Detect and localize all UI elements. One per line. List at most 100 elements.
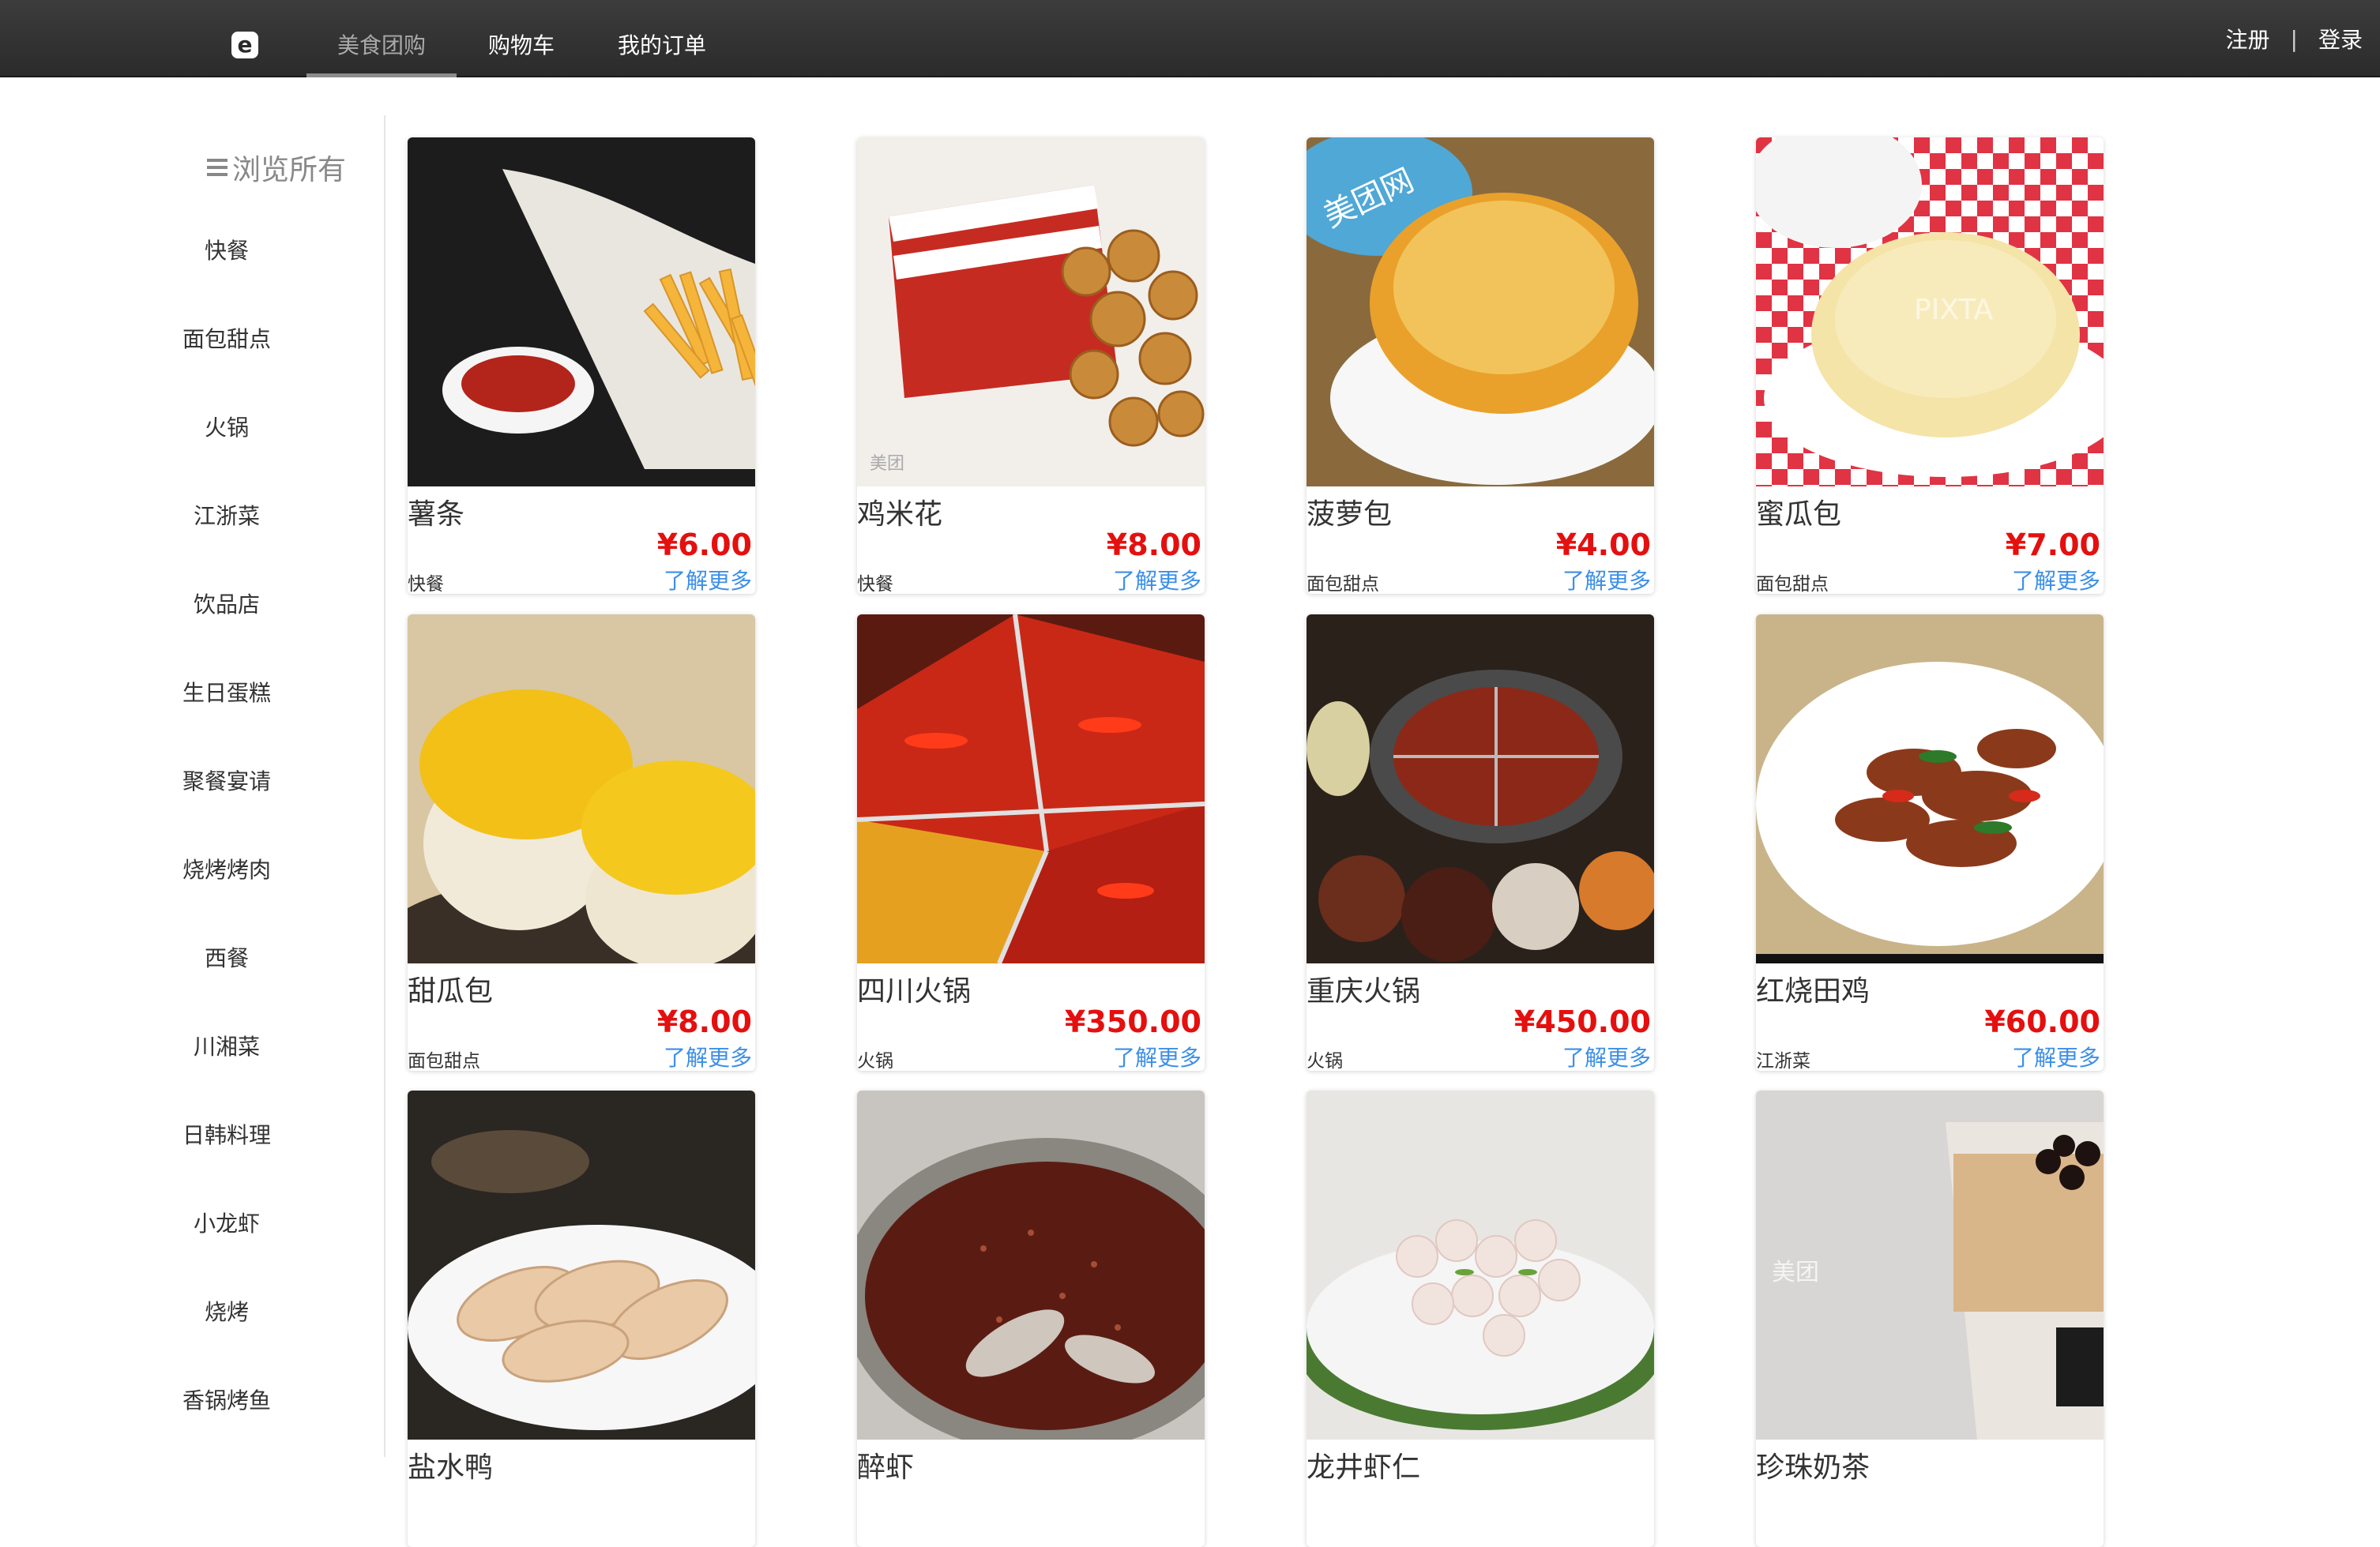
product-category: 面包甜点 [1756,574,1829,594]
chongqing-hotpot-image[interactable] [1307,614,1654,963]
sidebar-item-western[interactable]: 西餐 [0,941,453,973]
popcorn-chicken-photo-illustration: 美团 [857,137,1205,486]
product-category: 江浙菜 [1756,1051,1810,1071]
product-name[interactable]: 菠萝包 [1307,491,1392,532]
tab-my-orders[interactable]: 我的订单 [608,0,716,77]
pineapple-bun-photo-illustration: 美团网 [1307,137,1654,486]
pineapple-bun-image[interactable]: 美团网 [1307,137,1654,486]
sichuan-hotpot-image[interactable] [857,614,1205,963]
product-name[interactable]: 薯条 [408,491,464,532]
melon-bun-photo-illustration: PIXTA [1756,137,2104,486]
sidebar-item-sichuan-hunan[interactable]: 川湘菜 [0,1030,453,1061]
sidebar-item-fast-food[interactable]: 快餐 [0,234,453,265]
list-menu-icon [207,159,227,176]
product-card[interactable]: 美团 鸡米花 ¥8.00 快餐 了解更多 [857,137,1205,594]
braised-frog-image[interactable] [1756,614,2104,963]
top-navbar: e 美食团购 购物车 我的订单 注册 | 登录 [0,0,2380,77]
product-category: 快餐 [857,574,893,594]
learn-more-link[interactable]: 了解更多 [664,564,752,594]
category-sidebar: 浏览所有 快餐 面包甜点 火锅 江浙菜 饮品店 生日蛋糕 聚餐宴请 烧烤烤肉 西… [0,115,385,1457]
learn-more-link[interactable]: 了解更多 [1113,564,1201,594]
fries-photo-illustration [408,137,755,486]
product-price: ¥7.00 [2005,528,2100,562]
product-card[interactable]: PIXTA 蜜瓜包 ¥7.00 面包甜点 了解更多 [1756,137,2104,594]
sidebar-item-bbq-meat[interactable]: 烧烤烤肉 [0,853,453,884]
product-price: ¥350.00 [1064,1004,1201,1039]
product-name[interactable]: 红烧田鸡 [1756,968,1870,1009]
product-name[interactable]: 龙井虾仁 [1307,1444,1420,1485]
brand-logo-glyph: e [237,32,253,58]
product-name[interactable]: 四川火锅 [857,968,971,1009]
sidebar-item-zhejiang[interactable]: 江浙菜 [0,499,453,531]
login-link[interactable]: 登录 [2318,23,2363,54]
sidebar-item-hotpot[interactable]: 火锅 [0,411,453,442]
product-card[interactable]: 红烧田鸡 ¥60.00 江浙菜 了解更多 [1756,614,2104,1071]
learn-more-link[interactable]: 了解更多 [1113,1041,1201,1071]
product-category: 快餐 [408,574,444,594]
product-price: ¥8.00 [656,1004,752,1039]
svg-text:PIXTA: PIXTA [1914,294,1994,326]
braised-frog-photo-illustration [1756,614,2104,963]
product-card[interactable]: 美团网 菠萝包 ¥4.00 面包甜点 了解更多 [1307,137,1654,594]
product-name[interactable]: 甜瓜包 [408,968,493,1009]
product-price: ¥6.00 [656,528,752,562]
product-name[interactable]: 醉虾 [857,1444,914,1485]
product-name[interactable]: 重庆火锅 [1307,968,1420,1009]
sidebar-item-drinks[interactable]: 饮品店 [0,588,453,619]
sidebar-item-japanese-korean[interactable]: 日韩料理 [0,1118,453,1150]
sidebar-item-barbecue[interactable]: 烧烤 [0,1295,453,1327]
sidebar-item-crayfish[interactable]: 小龙虾 [0,1207,453,1238]
auth-separator: | [2290,25,2298,52]
drunken-shrimp-image[interactable] [857,1091,1205,1440]
learn-more-link[interactable]: 了解更多 [1562,564,1651,594]
svg-text:美团: 美团 [1772,1259,1819,1286]
learn-more-link[interactable]: 了解更多 [1562,1041,1651,1071]
product-card[interactable]: 四川火锅 ¥350.00 火锅 了解更多 [857,614,1205,1071]
fries-image[interactable] [408,137,755,486]
svg-text:美团: 美团 [870,454,904,474]
sidebar-item-birthday-cake[interactable]: 生日蛋糕 [0,676,453,708]
product-price: ¥450.00 [1513,1004,1651,1039]
sidebar-item-bakery[interactable]: 面包甜点 [0,322,453,354]
product-card[interactable]: 重庆火锅 ¥450.00 火锅 了解更多 [1307,614,1654,1071]
product-card[interactable]: 龙井虾仁 [1307,1091,1654,1547]
popcorn-chicken-image[interactable]: 美团 [857,137,1205,486]
tab-shopping-cart[interactable]: 购物车 [474,0,569,77]
product-name[interactable]: 蜜瓜包 [1756,491,1841,532]
sidebar-item-banquet[interactable]: 聚餐宴请 [0,764,453,796]
product-name[interactable]: 珍珠奶茶 [1756,1444,1870,1485]
learn-more-link[interactable]: 了解更多 [664,1041,752,1071]
product-card[interactable]: 薯条 ¥6.00 快餐 了解更多 [408,137,755,594]
sweet-melon-bun-image[interactable] [408,614,755,963]
salted-duck-image[interactable] [408,1091,755,1440]
product-price: ¥8.00 [1106,528,1201,562]
brand-logo-icon[interactable]: e [231,32,258,58]
product-card[interactable]: 美团 珍珠奶茶 [1756,1091,2104,1547]
product-card[interactable]: 盐水鸭 [408,1091,755,1547]
product-name[interactable]: 盐水鸭 [408,1444,493,1485]
longjing-shrimp-image[interactable] [1307,1091,1654,1440]
browse-all-heading[interactable]: 浏览所有 [207,147,346,188]
register-link[interactable]: 注册 [2226,23,2270,54]
product-card[interactable]: 醉虾 [857,1091,1205,1547]
drunken-shrimp-photo-illustration [857,1091,1205,1440]
tab-food-groupbuy[interactable]: 美食团购 [306,0,457,77]
learn-more-link[interactable]: 了解更多 [2012,1041,2100,1071]
product-category: 面包甜点 [408,1051,480,1071]
sidebar-item-grilled-fish[interactable]: 香锅烤鱼 [0,1384,453,1415]
chongqing-hotpot-photo-illustration [1307,614,1654,963]
salted-duck-photo-illustration [408,1091,755,1440]
product-name[interactable]: 鸡米花 [857,491,942,532]
longjing-shrimp-photo-illustration [1307,1091,1654,1440]
product-price: ¥60.00 [1984,1004,2100,1039]
auth-links: 注册 | 登录 [2226,0,2363,77]
product-category: 火锅 [857,1051,893,1071]
sichuan-hotpot-photo-illustration [857,614,1205,963]
bubble-tea-image[interactable]: 美团 [1756,1091,2104,1440]
melon-bun-image[interactable]: PIXTA [1756,137,2104,486]
product-category: 火锅 [1307,1051,1343,1071]
product-card[interactable]: 甜瓜包 ¥8.00 面包甜点 了解更多 [408,614,755,1071]
sweet-melon-bun-photo-illustration [408,614,755,963]
browse-all-label: 浏览所有 [232,154,347,186]
learn-more-link[interactable]: 了解更多 [2012,564,2100,594]
